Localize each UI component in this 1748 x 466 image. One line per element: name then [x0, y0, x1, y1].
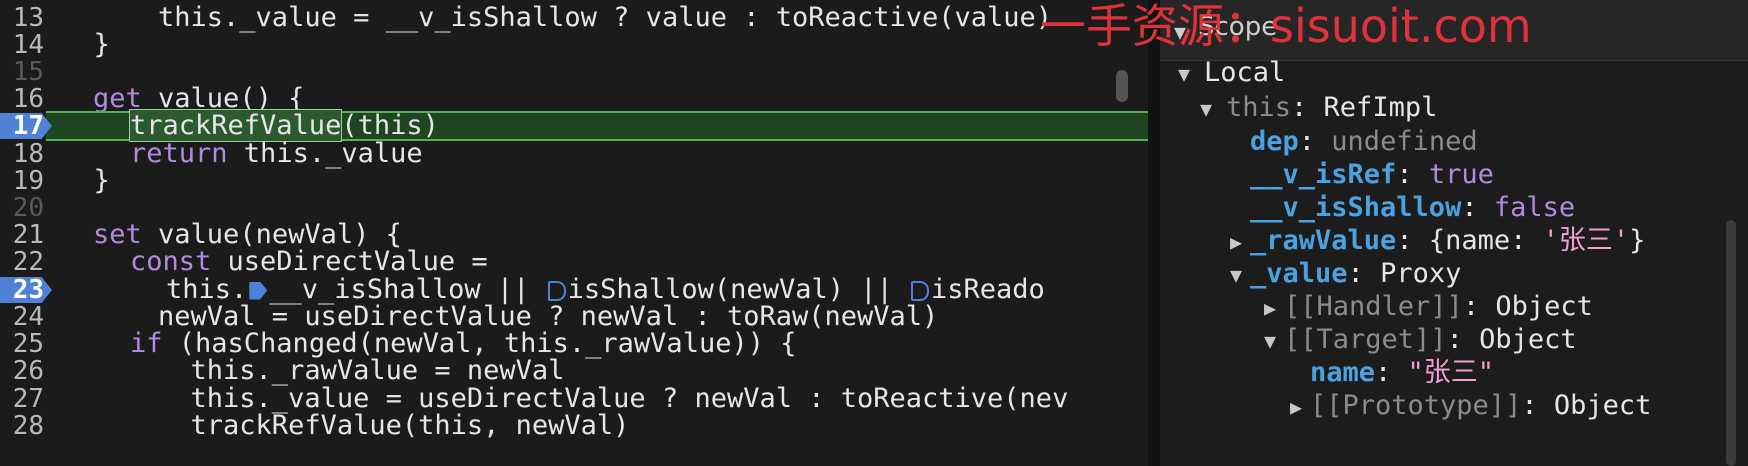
line-number[interactable]: 23	[0, 275, 44, 305]
code-line[interactable]: 13 this._value = __v_isShallow ? value :…	[0, 2, 1148, 34]
line-number[interactable]: 24	[0, 302, 44, 332]
line-number[interactable]: 16	[0, 84, 44, 114]
scope-value: undefined	[1331, 126, 1478, 157]
code-line[interactable]: 22 const useDirectValue =	[0, 246, 1148, 278]
code-line[interactable]: 14 }	[0, 29, 1148, 61]
scope-key: _value	[1250, 258, 1348, 289]
scope-value: Object	[1479, 324, 1577, 355]
scope-this-row[interactable]: ▼ this: RefImpl	[1200, 90, 1437, 126]
code-editor[interactable]: 13 this._value = __v_isShallow ? value :…	[0, 0, 1148, 466]
line-number[interactable]: 28	[0, 411, 44, 441]
scope-key: __v_isShallow	[1250, 192, 1462, 223]
code-line[interactable]: 19 }	[0, 165, 1148, 197]
code-text: }	[61, 165, 110, 196]
code-text: this._value	[227, 138, 423, 169]
scope-value: }	[1629, 225, 1646, 256]
selected-identifier[interactable]: trackRefValue	[128, 109, 343, 142]
scope-key: [[Prototype]]	[1310, 390, 1522, 421]
inline-breakpoint-icon[interactable]	[911, 280, 929, 301]
scope-property-row[interactable]: ▼ [[Target]]: Object	[1264, 322, 1577, 358]
scope-property-row[interactable]: name: "张三"	[1310, 355, 1494, 391]
scope-value: false	[1493, 192, 1576, 223]
code-text: trackRefValue(this, newVal)	[93, 410, 630, 441]
code-text: (this)	[341, 110, 439, 141]
line-number[interactable]: 18	[0, 139, 44, 169]
scope-property-row[interactable]: ▼ _value: Proxy	[1230, 256, 1461, 292]
code-line[interactable]: 28 trackRefValue(this, newVal)	[0, 410, 1148, 442]
scope-local-label: Local	[1204, 57, 1286, 88]
scope-value: RefImpl	[1323, 92, 1438, 123]
current-execution-line[interactable]: 17 trackRefValue(this)	[0, 109, 1148, 142]
editor-scrollbar[interactable]	[1116, 70, 1128, 102]
scope-property-row[interactable]: dep: undefined	[1250, 124, 1478, 160]
scope-property-row[interactable]: ▶ _rawValue: {name: '张三'}	[1230, 223, 1645, 259]
keyword-const: const	[130, 246, 212, 277]
line-number[interactable]: 20	[0, 193, 44, 223]
line-number[interactable]: 19	[0, 166, 44, 196]
expand-arrow-icon[interactable]: ▶	[1290, 389, 1310, 425]
line-number[interactable]: 27	[0, 384, 44, 414]
watermark: 一手资源：sisuoit.com	[1040, 0, 1532, 53]
scope-panel: ▼ Scope ▼ Local ▼ this: RefImpl dep: undef…	[1160, 0, 1748, 466]
line-number[interactable]: 17	[0, 111, 44, 141]
scope-property-row[interactable]: ▶ [[Prototype]]: Object	[1290, 388, 1651, 424]
scope-key: name	[1310, 357, 1376, 388]
line-number[interactable]: 22	[0, 247, 44, 277]
code-text: isReado	[931, 274, 1045, 305]
scope-value: Object	[1553, 390, 1652, 421]
scope-scrollbar[interactable]	[1726, 220, 1736, 466]
scope-value: {name:	[1428, 225, 1543, 256]
panel-divider[interactable]	[1148, 0, 1160, 466]
expand-arrow-icon[interactable]: ▼	[1200, 91, 1226, 127]
code-text: useDirectValue =	[211, 246, 488, 277]
scope-string: '张三'	[1542, 225, 1630, 256]
line-number[interactable]: 25	[0, 329, 44, 359]
scope-key: [[Handler]]	[1284, 291, 1463, 322]
inline-breakpoint-active-icon[interactable]	[249, 281, 268, 300]
expand-arrow-icon[interactable]: ▼	[1178, 56, 1204, 92]
scope-value: Proxy	[1380, 258, 1462, 289]
scope-property-row[interactable]: ▶ [[Handler]]: Object	[1264, 289, 1593, 325]
inline-breakpoint-icon[interactable]	[547, 280, 566, 301]
expand-arrow-icon[interactable]: ▶	[1230, 224, 1250, 260]
scope-local-row[interactable]: ▼ Local	[1178, 55, 1285, 91]
scope-key: dep	[1250, 126, 1299, 157]
code-line[interactable]: 18 return this._value	[0, 138, 1148, 170]
scope-value: true	[1428, 159, 1494, 190]
line-number[interactable]: 21	[0, 220, 44, 250]
expand-arrow-icon[interactable]: ▶	[1264, 290, 1284, 326]
keyword-return: return	[130, 138, 228, 169]
code-text: }	[61, 29, 110, 60]
scope-property-row[interactable]: __v_isRef: true	[1250, 157, 1494, 193]
code-text: this._rawValue = newVal	[93, 355, 565, 386]
code-text: this._value = __v_isShallow ? value : to…	[93, 2, 1053, 33]
scope-string: "张三"	[1407, 357, 1495, 388]
line-number[interactable]: 13	[0, 3, 44, 33]
scope-key: this	[1226, 92, 1292, 123]
scope-key: __v_isRef	[1250, 159, 1397, 190]
scope-value: Object	[1495, 291, 1593, 322]
line-number[interactable]: 14	[0, 30, 44, 60]
scope-key: _rawValue	[1250, 225, 1397, 256]
line-number[interactable]: 26	[0, 356, 44, 386]
line-number[interactable]: 15	[0, 57, 44, 87]
code-line[interactable]: 26 this._rawValue = newVal	[0, 355, 1148, 387]
expand-arrow-icon[interactable]: ▼	[1264, 323, 1284, 359]
scope-key: [[Target]]	[1284, 324, 1447, 355]
scope-property-row[interactable]: __v_isShallow: false	[1250, 190, 1575, 226]
expand-arrow-icon[interactable]: ▼	[1230, 257, 1250, 293]
